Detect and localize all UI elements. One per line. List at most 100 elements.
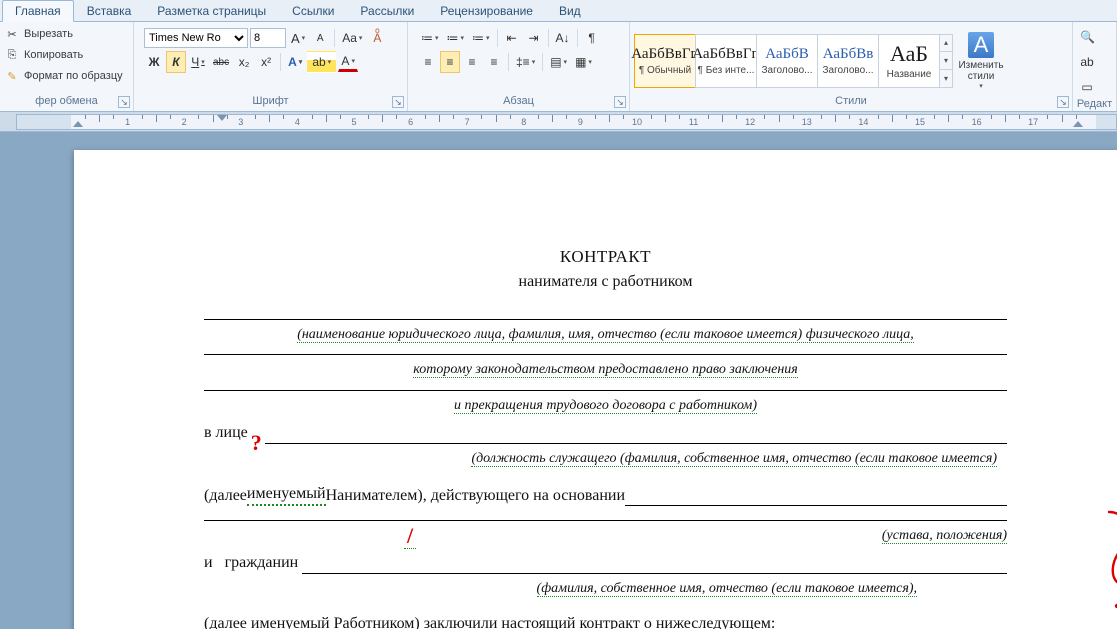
underline-button[interactable]: Ч	[188, 51, 208, 73]
format-painter-button[interactable]: ✎ Формат по образцу	[0, 66, 128, 86]
text-v-litse: в лице	[204, 422, 248, 444]
change-styles-button[interactable]: A Изменить стили ▾	[953, 28, 1009, 94]
highlight-button[interactable]: ab	[307, 51, 336, 73]
decrease-indent-button[interactable]: ⇤	[502, 27, 522, 49]
line-dalee-employer: (далее именуемый Нанимателем), действующ…	[204, 483, 1007, 507]
align-right-button[interactable]: ≡	[462, 51, 482, 73]
review-annotation	[1101, 506, 1117, 616]
style-scroll-down[interactable]: ▾	[940, 52, 952, 70]
hint-charter: (устава, положения)	[882, 527, 1007, 546]
style-no-spacing[interactable]: АаБбВвГг, ¶ Без инте...	[695, 34, 757, 88]
styles-group-label: Стили	[835, 95, 867, 107]
find-button[interactable]: 🔍	[1077, 26, 1098, 48]
ruler-number: 12	[745, 117, 755, 127]
tab-mailings[interactable]: Рассылки	[347, 0, 427, 21]
blank-field-position[interactable]	[265, 426, 1007, 444]
shrink-font-button[interactable]: A	[310, 27, 330, 49]
change-case-button[interactable]: Aa	[339, 27, 365, 49]
blank-field-basis[interactable]	[625, 488, 1007, 506]
line-spacing-button[interactable]: ‡≡	[513, 51, 538, 73]
comment-mark-slash[interactable]: /	[404, 523, 416, 549]
ruler-number: 9	[578, 117, 583, 127]
sort-button[interactable]: A↓	[553, 27, 573, 49]
copy-button[interactable]: ⎘ Копировать	[0, 45, 128, 65]
format-painter-label: Формат по образцу	[24, 70, 123, 82]
doc-title: КОНТРАКТ	[204, 246, 1007, 269]
tab-layout[interactable]: Разметка страницы	[144, 0, 279, 21]
style-title[interactable]: АаБ Название	[878, 34, 940, 88]
comment-mark-question[interactable]: ?	[248, 438, 265, 448]
right-indent[interactable]	[1073, 121, 1083, 127]
separator	[542, 53, 543, 71]
text-employer: Нанимателем), действующего на основании	[326, 485, 625, 507]
separator	[334, 29, 335, 47]
cut-button[interactable]: ✂ Вырезать	[0, 24, 128, 44]
font-group-title: Шрифт ↘	[134, 95, 407, 111]
styles-launcher[interactable]: ↘	[1057, 96, 1069, 108]
show-marks-button[interactable]: ¶	[582, 27, 602, 49]
clear-formatting-button[interactable]: Aͦ	[367, 27, 387, 49]
separator	[577, 29, 578, 47]
paragraph-group-label: Абзац	[503, 95, 534, 107]
font-group-label: Шрифт	[252, 95, 288, 107]
replace-button[interactable]: ab	[1077, 51, 1097, 73]
hanging-indent[interactable]	[73, 121, 83, 127]
style-heading1[interactable]: АаБбВ Заголово...	[756, 34, 818, 88]
numbering-button[interactable]: ≔	[444, 27, 468, 49]
tab-home[interactable]: Главная	[2, 0, 74, 22]
increase-indent-button[interactable]: ⇥	[524, 27, 544, 49]
subscript-button[interactable]: x₂	[234, 51, 254, 73]
tab-insert[interactable]: Вставка	[74, 0, 145, 21]
bullets-button[interactable]: ≔	[418, 27, 442, 49]
font-launcher[interactable]: ↘	[392, 96, 404, 108]
hint-position: (должность служащего (фамилия, собственн…	[204, 450, 1007, 469]
document-area[interactable]: КОНТРАКТ нанимателя с работником (наимен…	[0, 132, 1117, 629]
align-center-button[interactable]: ≡	[440, 51, 460, 73]
style-scroll-up[interactable]: ▴	[940, 35, 952, 53]
hint-row-charter: / (устава, положения)	[204, 527, 1007, 546]
ruler-number: 7	[465, 117, 470, 127]
doc-subtitle: нанимателя с работником	[204, 271, 1007, 293]
style-name: Заголово...	[819, 65, 877, 76]
clipboard-launcher[interactable]: ↘	[118, 96, 130, 108]
ruler-number: 17	[1028, 117, 1038, 127]
strike-button[interactable]: abc	[210, 51, 232, 73]
tab-review[interactable]: Рецензирование	[427, 0, 546, 21]
multilevel-button[interactable]: ≔	[469, 27, 493, 49]
justify-button[interactable]: ≡	[484, 51, 504, 73]
shading-button[interactable]: ▤	[547, 51, 570, 73]
font-family-select[interactable]: Times New Ro	[144, 28, 248, 48]
ruler-number: 13	[802, 117, 812, 127]
italic-button[interactable]: К	[166, 51, 186, 73]
font-color-button[interactable]: A	[338, 53, 358, 72]
align-left-button[interactable]: ≡	[418, 51, 438, 73]
style-normal[interactable]: АаБбВвГг, ¶ Обычный	[634, 34, 696, 88]
ruler-number: 8	[521, 117, 526, 127]
style-gallery-scroll[interactable]: ▴ ▾ ▾	[939, 34, 953, 88]
text-dalee: (далее	[204, 485, 247, 507]
horizontal-ruler[interactable]: 1234567891011121314151617	[16, 114, 1117, 130]
page[interactable]: КОНТРАКТ нанимателя с работником (наимен…	[74, 150, 1117, 629]
grow-font-button[interactable]: A	[288, 27, 308, 49]
separator	[508, 53, 509, 71]
line-v-litse: в лице ?	[204, 422, 1007, 444]
style-heading2[interactable]: АаБбВв Заголово...	[817, 34, 879, 88]
style-expand[interactable]: ▾	[940, 70, 952, 87]
ruler-number: 2	[182, 117, 187, 127]
tab-view[interactable]: Вид	[546, 0, 594, 21]
paragraph-launcher[interactable]: ↘	[614, 96, 626, 108]
text-effects-button[interactable]: A	[285, 51, 305, 73]
blank-field-citizen[interactable]	[302, 556, 1007, 574]
superscript-button[interactable]: x²	[256, 51, 276, 73]
style-preview: АаБбВвГг,	[631, 46, 699, 63]
select-button[interactable]: ▭	[1077, 76, 1097, 98]
bold-button[interactable]: Ж	[144, 51, 164, 73]
tab-refs[interactable]: Ссылки	[279, 0, 347, 21]
font-size-input[interactable]	[250, 28, 286, 48]
style-name: Заголово...	[758, 65, 816, 76]
blank-line	[204, 520, 1007, 521]
ruler-number: 3	[238, 117, 243, 127]
first-line-indent[interactable]	[217, 115, 227, 121]
editing-group-title: Редакт	[1073, 98, 1116, 111]
borders-button[interactable]: ▦	[572, 51, 595, 73]
